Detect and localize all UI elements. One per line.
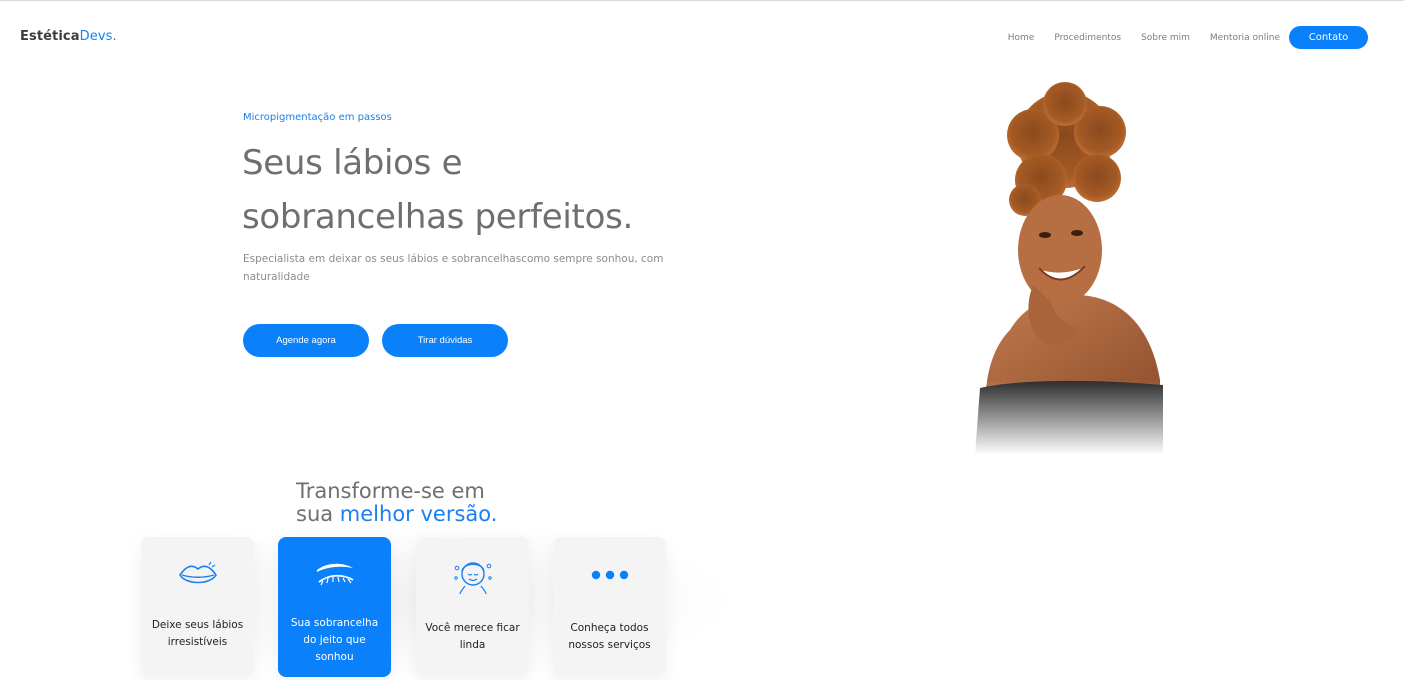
nav-sobre-mim[interactable]: Sobre mim <box>1141 27 1190 49</box>
nav-procedimentos[interactable]: Procedimentos <box>1054 27 1121 49</box>
service-card-lips[interactable]: Deixe seus lábios irresistíveis <box>141 537 254 677</box>
service-card-label: Sua sobrancelha do jeito que sonhou <box>290 617 379 663</box>
lips-icon <box>178 557 218 593</box>
brand-logo[interactable]: EstéticaDevs. <box>20 29 117 44</box>
nav-mentoria-online[interactable]: Mentoria online <box>1210 27 1280 49</box>
main-nav: Home Procedimentos Sobre mim Mentoria on… <box>1008 26 1368 49</box>
logo-part-1: Estética <box>20 29 80 44</box>
hero-title: Seus lábios e sobrancelhas perfeitos. <box>242 136 633 244</box>
service-card-more[interactable]: Conheça todos nossos serviços <box>553 537 666 677</box>
questions-button[interactable]: Tirar dúvidas <box>382 324 508 357</box>
hero-portrait-image <box>955 82 1170 455</box>
schedule-button[interactable]: Agende agora <box>243 324 369 357</box>
face-care-icon <box>452 557 494 594</box>
logo-dot: . <box>112 29 117 44</box>
service-card-beauty[interactable]: Você merece ficar linda <box>416 537 529 677</box>
nav-home[interactable]: Home <box>1008 27 1035 49</box>
hero-lead: Especialista em deixar os seus lábios e … <box>243 253 664 283</box>
hero-title-line-2: sobrancelhas perfeitos. <box>242 197 633 237</box>
contact-button[interactable]: Contato <box>1289 26 1368 49</box>
top-border <box>0 0 1404 1</box>
hero-eyebrow: Micropigmentação em passos <box>243 112 392 123</box>
more-dots-icon <box>590 557 630 593</box>
service-card-label: Conheça todos nossos serviços <box>568 622 651 651</box>
eyebrow-icon <box>313 557 357 593</box>
service-card-label: Deixe seus lábios irresistíveis <box>151 619 244 648</box>
section-title-line-1: Transforme-se em <box>296 479 485 503</box>
service-card-eyebrow[interactable]: Sua sobrancelha do jeito que sonhou <box>278 537 391 677</box>
logo-part-2: Devs <box>79 29 113 44</box>
hero-title-line-1: Seus lábios e <box>242 143 463 183</box>
service-card-label: Você merece ficar linda <box>425 622 520 651</box>
